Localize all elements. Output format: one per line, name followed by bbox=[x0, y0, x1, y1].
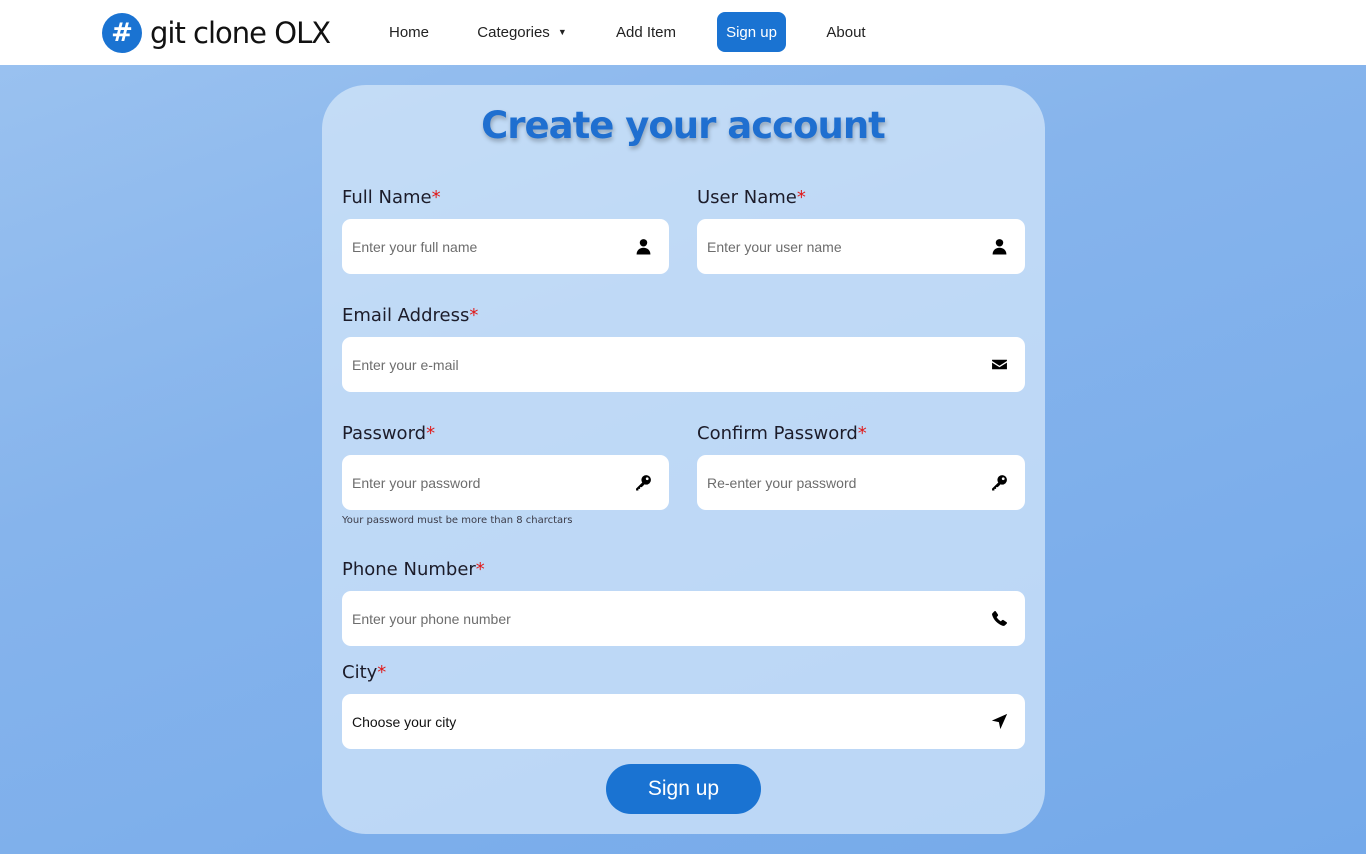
brand-logo-link[interactable]: # git clone OLX bbox=[102, 12, 331, 54]
password-input[interactable] bbox=[352, 474, 633, 491]
required-asterisk: * bbox=[426, 423, 436, 444]
required-asterisk: * bbox=[431, 187, 441, 208]
email-label: Email Address* bbox=[342, 305, 478, 329]
user-name-label: User Name* bbox=[697, 187, 806, 211]
user-name-label-text: User Name bbox=[697, 187, 797, 208]
nav-categories-label: Categories bbox=[477, 23, 550, 41]
phone-label-text: Phone Number bbox=[342, 559, 476, 580]
nav-signup-button[interactable]: Sign up bbox=[717, 12, 786, 52]
full-name-input[interactable] bbox=[352, 238, 633, 255]
nav-categories-dropdown[interactable]: Categories ▼ bbox=[470, 12, 574, 52]
user-icon bbox=[989, 237, 1009, 257]
phone-input[interactable] bbox=[352, 610, 989, 627]
required-asterisk: * bbox=[377, 662, 387, 683]
envelope-icon bbox=[989, 355, 1009, 375]
password-label: Password* bbox=[342, 423, 435, 447]
signup-submit-button[interactable]: Sign up bbox=[606, 764, 761, 814]
city-label-text: City bbox=[342, 662, 378, 683]
city-select[interactable]: Choose your city bbox=[342, 694, 1025, 749]
nav-about-link[interactable]: About bbox=[816, 12, 876, 52]
required-asterisk: * bbox=[475, 559, 485, 580]
confirm-password-label-text: Confirm Password bbox=[697, 423, 858, 444]
password-hint: Your password must be more than 8 charct… bbox=[342, 515, 573, 526]
location-arrow-icon bbox=[989, 712, 1009, 732]
caret-down-icon: ▼ bbox=[557, 27, 567, 37]
nav-add-item-link[interactable]: Add Item bbox=[608, 12, 684, 52]
brand-name: git clone OLX bbox=[150, 16, 331, 50]
nav-home-link[interactable]: Home bbox=[377, 12, 441, 52]
city-label: City* bbox=[342, 662, 386, 686]
required-asterisk: * bbox=[469, 305, 479, 326]
user-icon bbox=[633, 237, 653, 257]
email-input[interactable] bbox=[352, 356, 989, 373]
phone-icon bbox=[989, 609, 1009, 629]
confirm-password-field[interactable] bbox=[697, 455, 1025, 510]
required-asterisk: * bbox=[796, 187, 806, 208]
phone-label: Phone Number* bbox=[342, 559, 485, 583]
form-title: Create your account bbox=[481, 104, 886, 147]
key-icon bbox=[633, 473, 653, 493]
confirm-password-label: Confirm Password* bbox=[697, 423, 867, 447]
phone-field[interactable] bbox=[342, 591, 1025, 646]
key-icon bbox=[989, 473, 1009, 493]
password-label-text: Password bbox=[342, 423, 427, 444]
full-name-label-text: Full Name bbox=[342, 187, 432, 208]
full-name-field[interactable] bbox=[342, 219, 669, 274]
email-field[interactable] bbox=[342, 337, 1025, 392]
navbar: # git clone OLX Home Categories ▼ Add It… bbox=[0, 0, 1366, 65]
password-field[interactable] bbox=[342, 455, 669, 510]
email-label-text: Email Address bbox=[342, 305, 470, 326]
hashtag-logo-icon: # bbox=[102, 13, 142, 53]
user-name-field[interactable] bbox=[697, 219, 1025, 274]
required-asterisk: * bbox=[857, 423, 867, 444]
confirm-password-input[interactable] bbox=[707, 474, 989, 491]
user-name-input[interactable] bbox=[707, 238, 989, 255]
city-select-value: Choose your city bbox=[352, 713, 457, 730]
full-name-label: Full Name* bbox=[342, 187, 441, 211]
